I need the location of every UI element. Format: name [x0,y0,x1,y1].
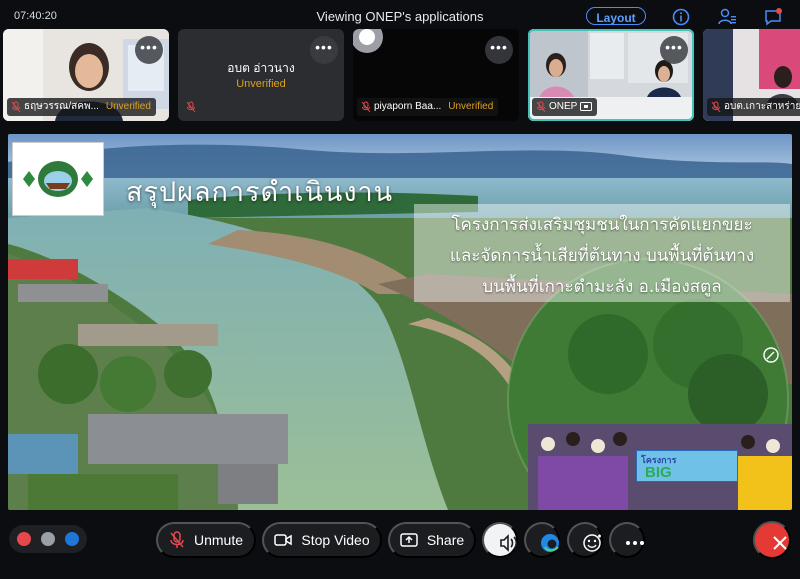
more-icon [626,541,644,545]
meeting-toolbar: Unmute Stop Video Share [0,512,800,579]
participant-nametag [182,98,201,116]
shared-screen[interactable]: สรุปผลการดำเนินงาน โครงการส่งเสริมชุมชนใ… [8,134,792,510]
pop-out-icon[interactable] [16,146,34,164]
tile-menu-button[interactable]: ••• [135,36,163,64]
unverified-label: Unverified [236,78,286,90]
reactions-button[interactable] [567,522,603,558]
stop-video-button[interactable]: Stop Video [262,522,382,558]
participant-tile-4[interactable]: ••• ONEP [528,29,694,121]
group-photo-banner: โครงการ BIG [636,450,738,482]
participant-nametag: ธฤษวรรณ/สคพ... Unverified [7,98,156,116]
avatar-icon[interactable] [65,532,79,546]
mic-off-icon [361,101,371,113]
mic-off-icon [11,101,21,113]
chat-icon[interactable] [763,7,783,27]
participant-nametag: ONEP [532,98,598,116]
emoji-icon [583,534,601,552]
reactions-group[interactable] [9,525,87,553]
layout-button[interactable]: Layout [586,7,646,25]
mic-off-icon [186,101,196,113]
top-bar: 07:40:20 Viewing ONEP's applications Lay… [0,0,800,32]
more-button[interactable] [609,522,645,558]
stop-video-label: Stop Video [301,532,370,548]
slide-title: สรุปผลการดำเนินงาน [126,177,394,208]
video-camera-icon [274,534,293,546]
audio-button[interactable] [482,522,518,558]
project-line: บนพื้นที่เกาะตำมะลัง อ.เมืองสตูล [482,277,722,297]
project-title-box: โครงการส่งเสริมชุมชนในการคัดแยกขยะ และจั… [414,204,790,302]
project-line: และจัดการน้ำเสียที่ต้นทาง บนพื้นที่ต้นทา… [449,246,755,266]
share-screen-icon [400,533,418,547]
mic-off-icon [536,101,546,113]
tile-menu-button[interactable]: ••• [660,36,688,64]
participant-tile-5[interactable]: อบต.เกาะสาหร่าย [703,29,800,121]
unmute-label: Unmute [193,532,244,548]
participant-tile-1[interactable]: ••• ธฤษวรรณ/สคพ... Unverified [3,29,169,121]
tile-menu-button[interactable]: ••• [485,36,513,64]
record-icon[interactable] [17,532,31,546]
participant-tile-2[interactable]: ••• อบต อ่าวนาง Unverified [178,29,344,121]
share-label: Share [426,532,465,548]
banner-title: BIG [645,464,672,481]
participant-name: piyaporn Baa... [374,101,442,112]
mic-off-icon [170,531,184,548]
participant-name: อบต.เกาะสาหร่าย [724,101,800,112]
participant-name: ONEP [549,101,578,112]
meeting-time: 07:40:20 [14,10,57,22]
participant-nametag: piyaporn Baa... Unverified [357,98,499,116]
close-icon [773,536,787,550]
leave-meeting-button[interactable] [753,521,791,559]
speaker-icon [500,534,518,552]
participant-nametag: อบต.เกาะสาหร่าย [707,98,800,116]
participant-name: ธฤษวรรณ/สคพ... [24,101,99,112]
participants-icon[interactable] [717,7,737,27]
participant-name: อบต อ่าวนาง [227,61,295,75]
unverified-label: Unverified [448,101,494,112]
share-screen-icon [580,102,593,111]
unmute-button[interactable]: Unmute [156,522,256,558]
project-line: โครงการส่งเสริมชุมชนในการคัดแยกขยะ [451,215,753,235]
share-button[interactable]: Share [388,522,476,558]
info-icon[interactable] [671,7,691,27]
browser-icon [541,534,559,552]
tools-icon[interactable] [41,532,55,546]
unverified-label: Unverified [105,101,151,112]
participant-tile-3[interactable]: ••• piyaporn Baa... Unverified [353,29,519,121]
edge-browser-button[interactable] [524,522,560,558]
mic-off-icon [711,101,721,113]
annotate-icon[interactable] [762,346,780,364]
